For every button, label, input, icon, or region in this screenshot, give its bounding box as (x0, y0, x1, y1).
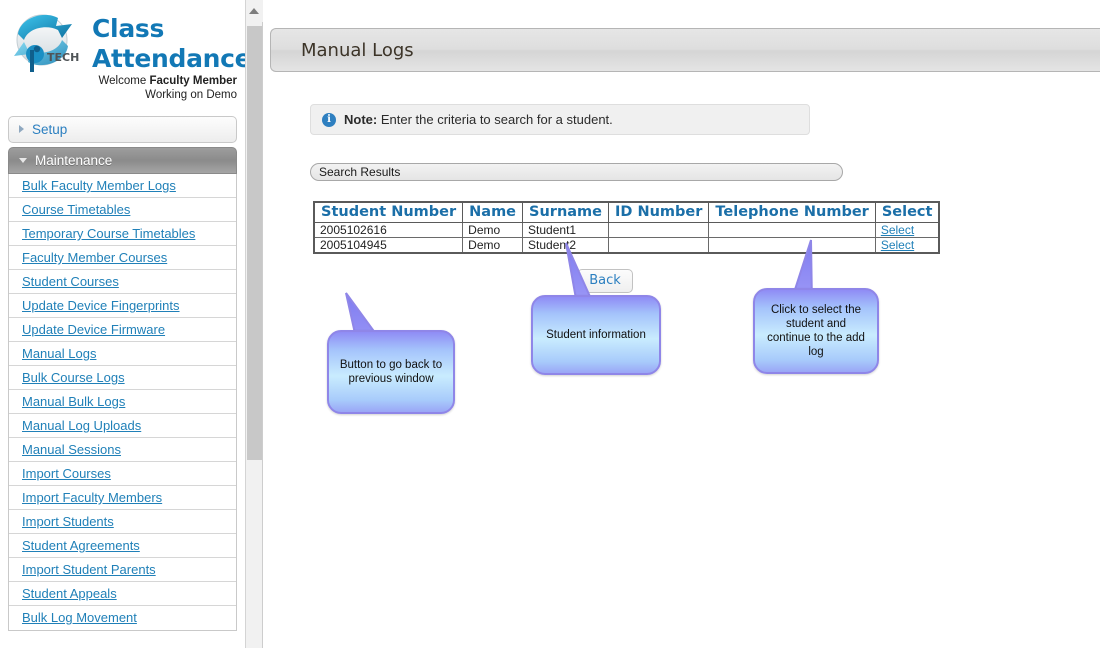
callout-select-link: Click to select the student and continue… (753, 288, 879, 374)
callout-student-information: Student information (531, 295, 661, 375)
app-window: TECH Class Attendance Welcome Faculty Me… (0, 0, 1100, 648)
callout-back-text: Button to go back to previous window (339, 359, 443, 385)
callout-select-text: Click to select the student and continue… (767, 304, 865, 358)
callout-back-button: Button to go back to previous window (327, 330, 455, 414)
callout-student-text: Student information (546, 329, 646, 341)
